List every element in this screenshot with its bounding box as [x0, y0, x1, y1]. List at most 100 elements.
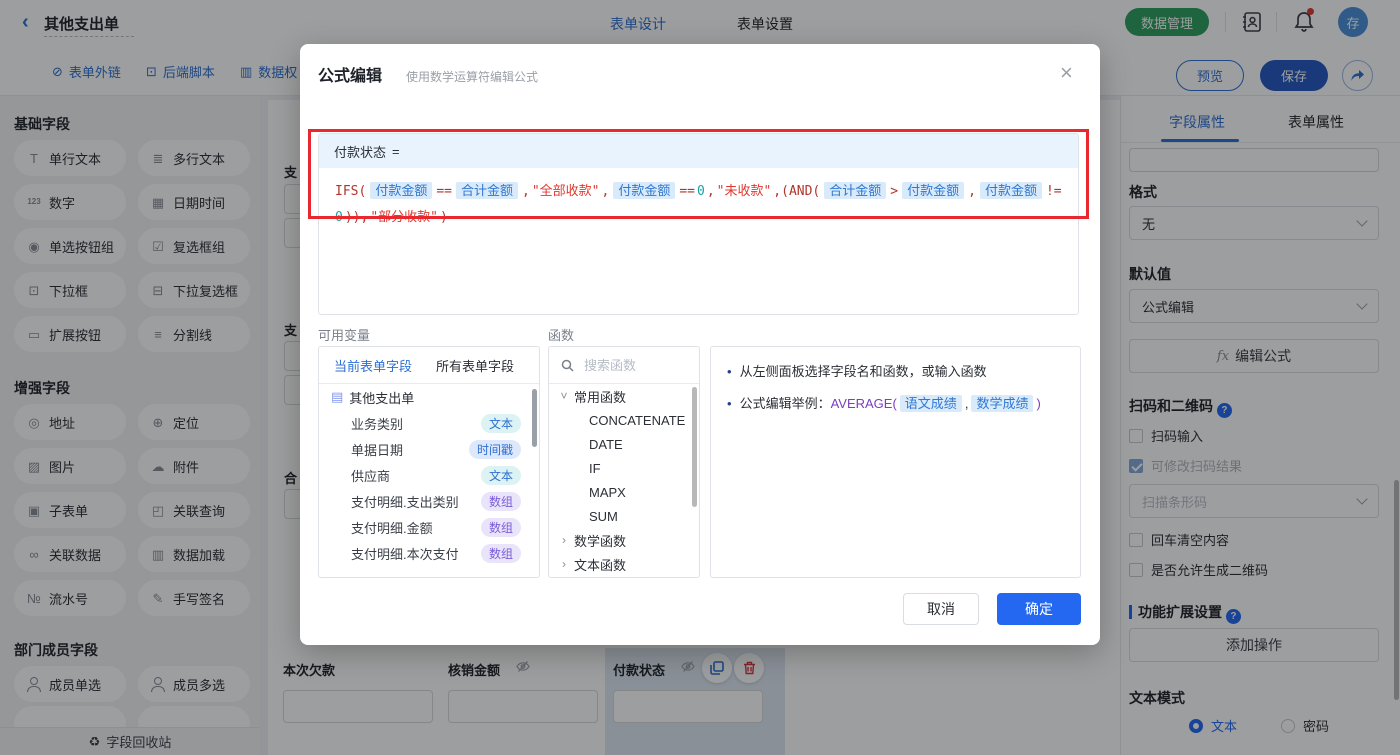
field-variable-name: 支付明细.支出类别 [351, 494, 459, 510]
formula-token: , [706, 184, 715, 199]
function-list-item[interactable]: DATE [549, 432, 699, 456]
example-comma: , [964, 396, 969, 411]
formula-tokens: IFS(付款金额 == 合计金额, "全部收款", 付款金额 == 0, "未收款" ,(AND… [334, 182, 1063, 225]
formula-token: 付款金额 [370, 182, 433, 199]
field-variable-name: 支付明细.金额 [351, 520, 433, 536]
modal-subtitle: 使用数学运算符编辑公式 [406, 70, 539, 84]
field-variable-name: 供应商 [351, 468, 391, 484]
caret-icon: › [562, 533, 566, 547]
close-icon[interactable]: × [1060, 62, 1073, 84]
bullet-icon: • [727, 364, 732, 379]
formula-token: , [968, 184, 976, 199]
cancel-button[interactable]: 取消 [903, 593, 979, 625]
variables-scrollbar[interactable] [532, 389, 537, 447]
function-search[interactable] [549, 347, 699, 384]
field-variable-row[interactable]: 支付明细.本次支付 数组 [319, 540, 539, 566]
caret-icon: › [562, 557, 566, 571]
form-name: 其他支出单 [349, 390, 415, 406]
equals-sign: = [392, 143, 400, 159]
field-type-badge: 数组 [480, 491, 521, 511]
example-function: AVERAGE( [830, 396, 897, 411]
field-variable-name: 支付明细.本次支付 [351, 546, 459, 562]
example-prefix: 公式编辑举例： [739, 396, 831, 411]
formula-token: > [890, 184, 899, 199]
function-name: 文本函数 [574, 557, 627, 573]
function-name: 数学函数 [574, 533, 627, 549]
formula-editor[interactable]: 付款状态 = IFS(付款金额 == 合计金额, "全部收款", 付款金额 == 0, "未收… [318, 133, 1079, 315]
formula-token: "全部收款" [531, 184, 600, 199]
field-variable-row[interactable]: 单据日期 时间戳 [319, 436, 539, 462]
function-name: IF [589, 460, 601, 476]
function-name: DATE [589, 436, 623, 452]
formula-expression[interactable]: IFS(付款金额 == 合计金额, "全部收款", 付款金额 == 0, "未收款" ,(AND… [319, 168, 1078, 241]
function-list-item[interactable]: › 文本函数 [549, 552, 699, 576]
field-type-badge: 文本 [480, 413, 521, 433]
formula-token: ,(AND( [773, 184, 821, 199]
function-list-item[interactable]: CONCATENATE [549, 408, 699, 432]
formula-target-field: 付款状态 [334, 144, 387, 160]
functions-label: 函数 [548, 328, 575, 343]
formula-token: 合计金额 [455, 182, 518, 199]
tab-all-form-fields[interactable]: 所有表单字段 [436, 356, 514, 375]
field-variable-row[interactable]: 支付明细.金额 数组 [319, 514, 539, 540]
formula-token: , [522, 184, 530, 199]
formula-editor-modal: 公式编辑 使用数学运算符编辑公式 × 付款状态 = IFS(付款金额 == 合计金额… [300, 44, 1100, 645]
tab-current-form-fields[interactable]: 当前表单字段 [334, 356, 412, 375]
function-list-item[interactable]: ˅ 常用函数 [549, 384, 699, 408]
search-icon [561, 359, 574, 372]
function-list: ˅ 常用函数 CONCATENATE DATE IF MAPX SUM › 数学… [549, 384, 699, 576]
formula-target-row: 付款状态 = [319, 134, 1078, 168]
formula-token: == [679, 184, 695, 199]
caret-icon: ˅ [560, 389, 568, 403]
functions-panel: ˅ 常用函数 CONCATENATE DATE IF MAPX SUM [548, 346, 700, 578]
formula-token: 付款金额 [979, 182, 1042, 199]
formula-token: 付款金额 [613, 182, 676, 199]
function-list-item[interactable]: SUM [549, 504, 699, 528]
field-variable-row[interactable]: 供应商 文本 [319, 462, 539, 488]
bullet-icon: • [727, 396, 732, 411]
formula-token: IFS( [335, 184, 367, 199]
function-list-item[interactable]: MAPX [549, 480, 699, 504]
formula-token: 0 [335, 210, 343, 225]
function-name: CONCATENATE [589, 412, 686, 428]
field-type-badge: 数组 [480, 543, 521, 563]
formula-token: != [1045, 184, 1062, 199]
confirm-button[interactable]: 确定 [997, 593, 1081, 625]
function-search-input[interactable] [582, 356, 686, 374]
formula-token: )), [344, 210, 369, 225]
function-name: SUM [589, 508, 618, 524]
function-list-item[interactable]: › 数学函数 [549, 528, 699, 552]
variables-tabs: 当前表单字段 所有表单字段 [319, 347, 539, 384]
function-list-item[interactable]: IF [549, 456, 699, 480]
field-variable-list: 业务类别 文本 单据日期 时间戳 供应商 文本 支付明细.支出类别 数组 支付明… [319, 410, 539, 566]
form-tree-node[interactable]: ▤ 其他支出单 [319, 384, 539, 410]
field-variable-name: 业务类别 [351, 416, 404, 432]
functions-scrollbar[interactable] [692, 387, 697, 507]
variables-label: 可用变量 [318, 328, 371, 343]
formula-token: "部分收款" [370, 210, 438, 225]
field-variable-row[interactable]: 支付明细.支出类别 数组 [319, 488, 539, 514]
form-doc-icon: ▤ [331, 389, 344, 404]
tip-example-row: • 公式编辑举例：AVERAGE(语文成绩, 数学成绩) [727, 393, 1064, 415]
help-panel: • 从左侧面板选择字段名和函数，或输入函数 • 公式编辑举例：AVERAGE(语… [710, 346, 1081, 578]
field-type-badge: 数组 [480, 517, 521, 537]
field-variable-name: 单据日期 [351, 442, 404, 458]
tip-example: 公式编辑举例：AVERAGE(语文成绩, 数学成绩) [740, 393, 1041, 415]
variables-panel: 当前表单字段 所有表单字段 ▤ 其他支出单 业务类别 文本 单据日期 时间戳 供… [318, 346, 540, 578]
formula-token: == [436, 184, 452, 199]
example-field-2: 数学成绩 [971, 395, 1034, 412]
formula-token: 0 [696, 184, 705, 199]
function-name: MAPX [589, 484, 626, 500]
tip-text: 从左侧面板选择字段名和函数，或输入函数 [739, 364, 987, 379]
function-name: 常用函数 [574, 389, 627, 405]
formula-token: 合计金额 [824, 182, 887, 199]
example-field-1: 语文成绩 [899, 395, 962, 412]
formula-token: , [601, 184, 610, 199]
example-close-paren: ) [1036, 396, 1041, 411]
formula-token: ) [439, 210, 448, 225]
tip-row: • 从左侧面板选择字段名和函数，或输入函数 [727, 361, 1064, 383]
field-variable-row[interactable]: 业务类别 文本 [319, 410, 539, 436]
field-type-badge: 时间戳 [468, 439, 521, 459]
modal-title: 公式编辑 [318, 68, 383, 85]
field-type-badge: 文本 [480, 465, 521, 485]
